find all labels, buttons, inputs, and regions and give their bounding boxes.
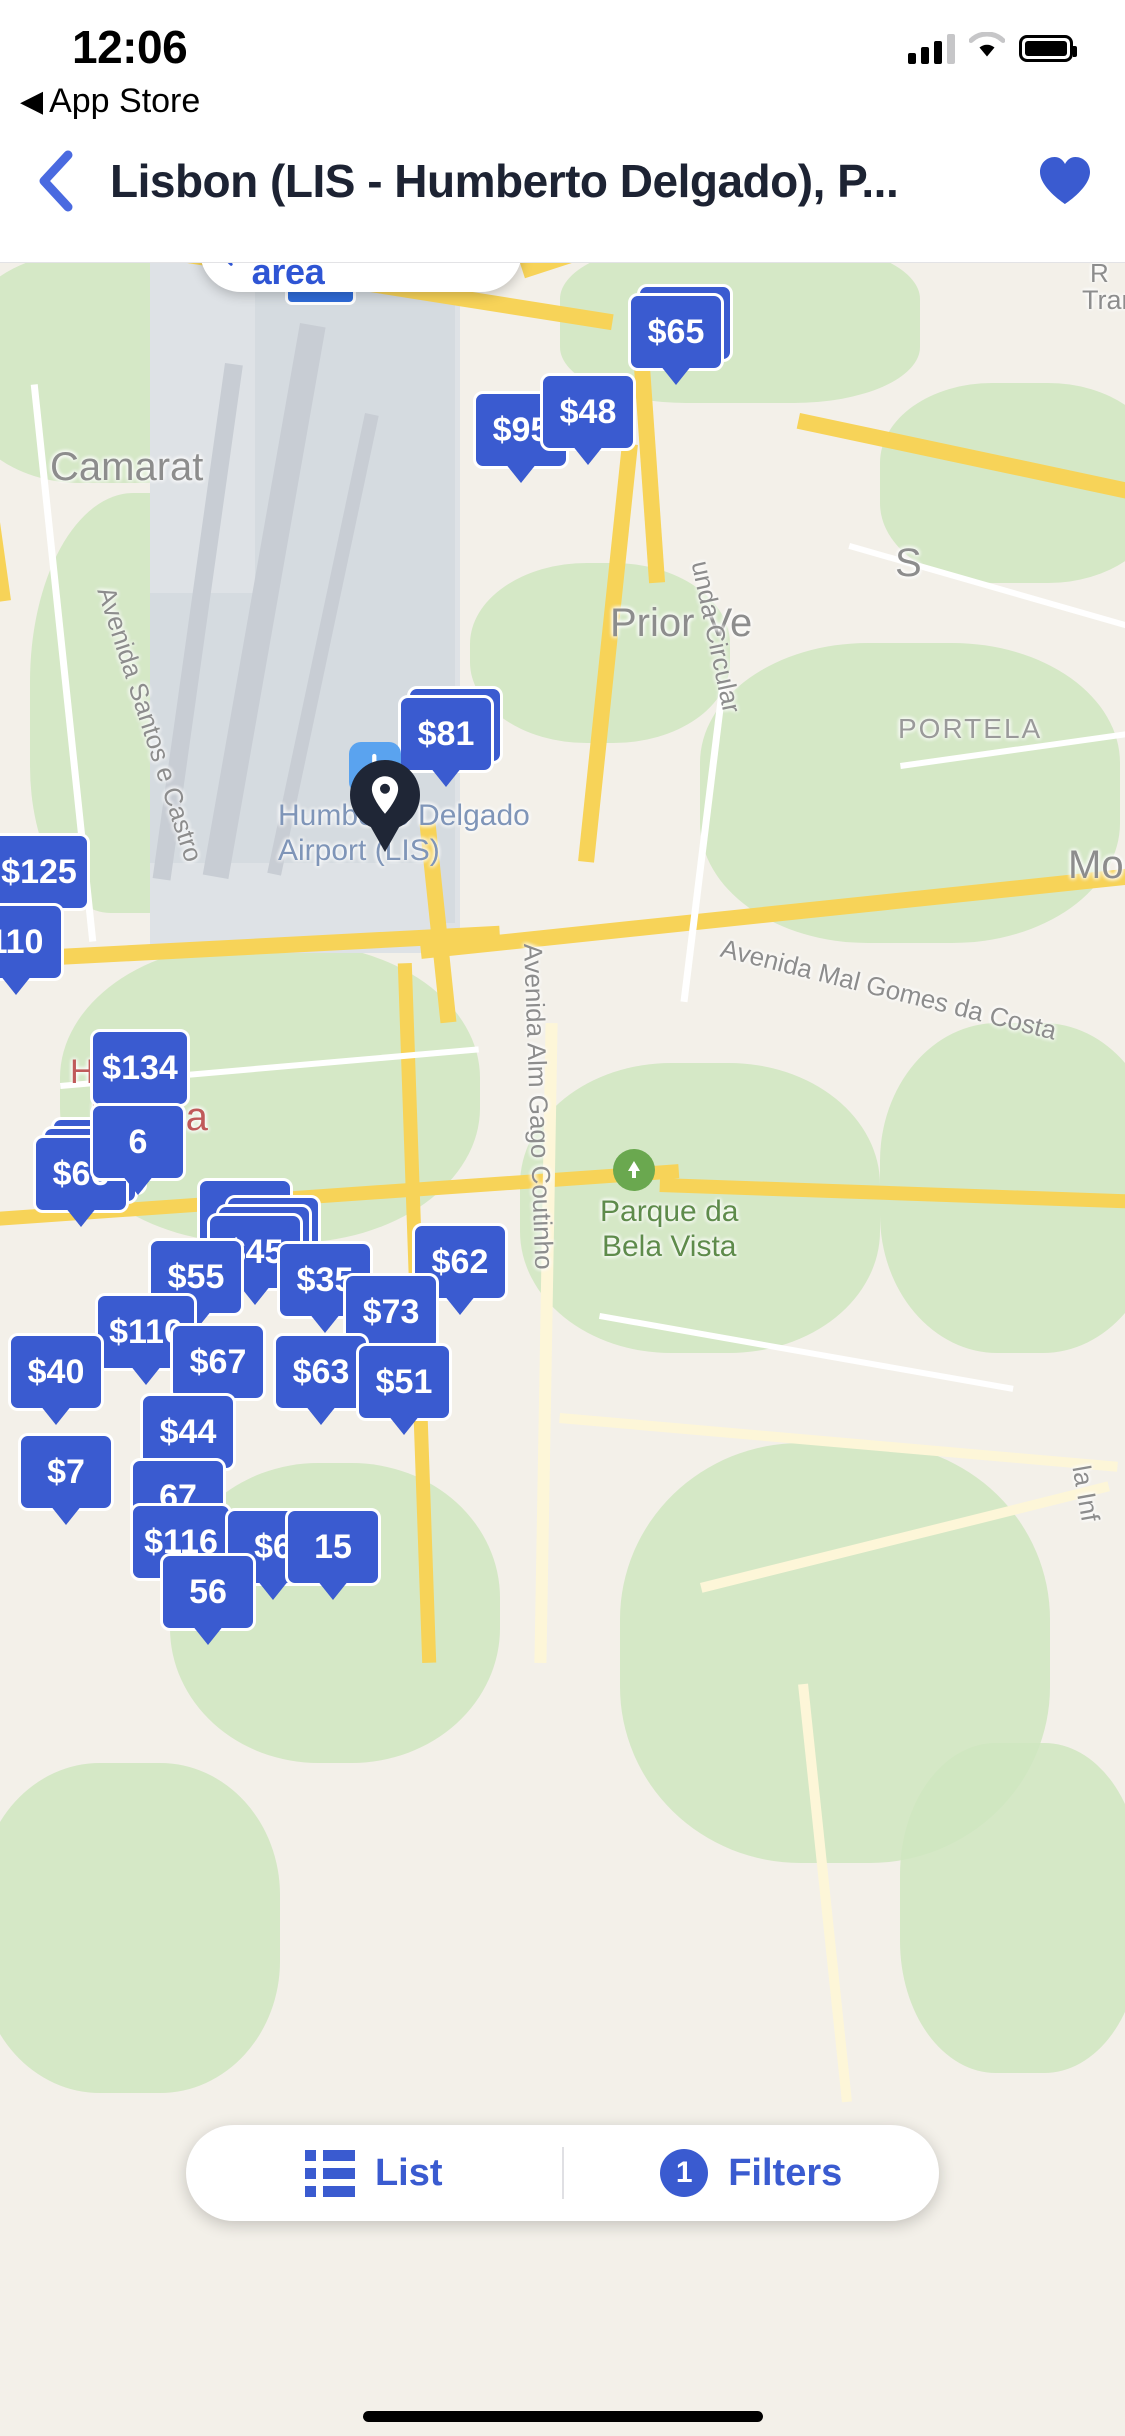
- airport-label-line2: Airport (LIS): [278, 833, 440, 867]
- price-pin[interactable]: 15: [285, 1508, 381, 1586]
- map-green-area: [900, 1743, 1125, 2073]
- page-title: Lisbon (LIS - Humberto Delgado), P...: [110, 155, 899, 207]
- price-pin[interactable]: $63: [273, 1333, 369, 1411]
- price-pin[interactable]: 6: [90, 1103, 186, 1181]
- price-pin-label: $73: [362, 1292, 420, 1331]
- back-to-app-store-link[interactable]: ◀ App Store: [20, 82, 200, 121]
- map-green-area: [0, 1763, 280, 2093]
- map-label-tran: Tran: [1082, 285, 1125, 315]
- battery-full-icon: [1019, 35, 1077, 62]
- price-pin-label: $63: [292, 1352, 350, 1391]
- price-pin-label: $125: [1, 852, 77, 891]
- filters-count-badge: 1: [660, 2149, 709, 2197]
- map-label-s: S: [895, 541, 922, 585]
- status-bar-time: 12:06: [72, 21, 188, 73]
- list-button[interactable]: List: [186, 2125, 562, 2221]
- price-pin[interactable]: $125: [0, 833, 90, 911]
- price-pin-label: $44: [159, 1412, 217, 1451]
- map-label-parque-bela-vista: Parque da Bela Vista: [600, 1195, 738, 1264]
- chevron-left-icon: [39, 150, 73, 212]
- price-pin-label: $134: [102, 1048, 178, 1087]
- park-label-line2: Bela Vista: [601, 1229, 737, 1263]
- price-pin-label: $65: [647, 312, 705, 351]
- price-pin[interactable]: 110: [0, 903, 64, 981]
- map-label-camarate: Camarat: [50, 445, 204, 489]
- price-pin[interactable]: $134: [90, 1029, 190, 1107]
- park-icon: [613, 1149, 655, 1191]
- price-pin[interactable]: $67: [170, 1323, 266, 1401]
- price-pin[interactable]: $40: [8, 1333, 104, 1411]
- back-button[interactable]: [0, 100, 110, 262]
- status-bar: 12:06 ◀ App Store: [0, 0, 1125, 120]
- price-pin-label: 6: [128, 1122, 148, 1161]
- map-view[interactable]: IP7 Camarat Prior Ve S PORTELA Mo R Tran…: [0, 263, 1125, 2436]
- price-pin-label: $81: [417, 714, 475, 753]
- price-pin[interactable]: $81: [398, 695, 494, 773]
- map-canvas: IP7 Camarat Prior Ve S PORTELA Mo R Tran…: [0, 263, 1125, 2436]
- price-pin[interactable]: $48: [540, 373, 636, 451]
- price-pin-label: 110: [0, 922, 44, 961]
- price-pin[interactable]: $65: [628, 293, 724, 371]
- price-pin-label: $48: [559, 392, 617, 431]
- map-pin-icon[interactable]: [350, 760, 420, 830]
- price-pin-label: 56: [189, 1572, 227, 1611]
- back-app-label: App Store: [49, 82, 201, 120]
- list-view-icon: [304, 2149, 355, 2197]
- price-pin-label: $40: [27, 1352, 85, 1391]
- map-label-portela: PORTELA: [898, 713, 1043, 744]
- map-airport-area: [150, 863, 440, 923]
- park-label-line1: Parque da: [600, 1195, 739, 1228]
- map-label-mo: Mo: [1068, 843, 1124, 887]
- phone-screen: 12:06 ◀ App Store Lisbon (LIS - Humberto…: [0, 0, 1125, 2436]
- map-bottom-toolbar: List 1 Filters: [186, 2125, 939, 2221]
- cellular-bars-icon: [908, 33, 955, 64]
- home-indicator: [362, 2411, 763, 2422]
- price-pin-label: 15: [314, 1527, 352, 1566]
- favorite-button[interactable]: [1005, 155, 1125, 207]
- heart-filled-icon: [1040, 157, 1090, 204]
- filters-button[interactable]: 1 Filters: [564, 2125, 940, 2221]
- wifi-icon: [968, 31, 1006, 65]
- price-pin-label: $55: [167, 1257, 225, 1296]
- price-pin-label: $7: [47, 1452, 85, 1491]
- filters-button-label: Filters: [728, 2151, 843, 2194]
- price-pin-label: $67: [189, 1342, 247, 1381]
- price-pin[interactable]: 56: [160, 1553, 256, 1631]
- navigation-bar: Lisbon (LIS - Humberto Delgado), P...: [0, 100, 1125, 263]
- list-button-label: List: [374, 2151, 443, 2194]
- back-triangle-icon: ◀: [20, 84, 44, 118]
- price-pin-label: $51: [375, 1362, 433, 1401]
- price-pin[interactable]: $51: [356, 1343, 452, 1421]
- status-bar-indicators: [908, 31, 1077, 65]
- price-pin-label: $62: [431, 1242, 489, 1281]
- price-pin[interactable]: $7: [18, 1433, 114, 1511]
